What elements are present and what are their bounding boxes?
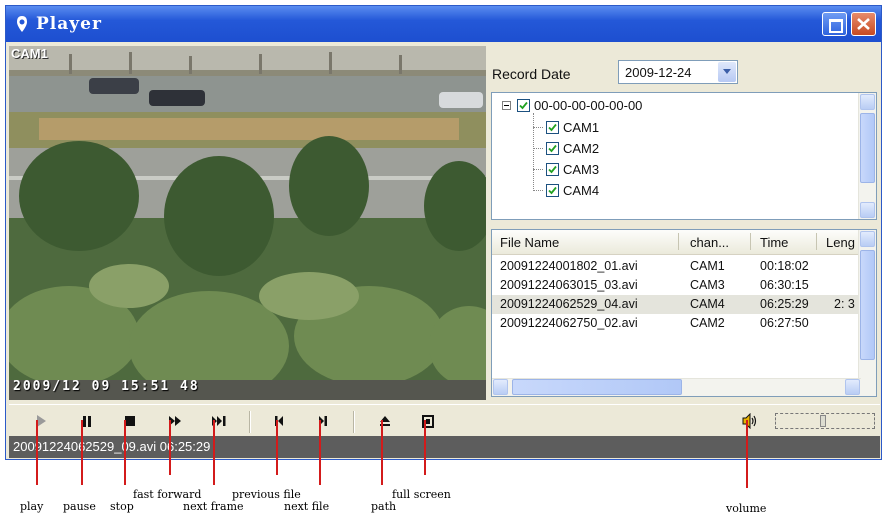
title-bar: Player <box>6 6 881 42</box>
hscroll-thumb[interactable] <box>512 379 682 395</box>
file-channel-cell: CAM4 <box>690 297 725 311</box>
cam4-checkbox[interactable] <box>546 183 559 197</box>
callout-line-play <box>36 420 38 485</box>
scroll-thumb[interactable] <box>860 113 875 183</box>
status-bar: 20091224062529_09.avi 06:25:29 <box>9 436 880 458</box>
record-date-label: Record Date <box>492 66 571 82</box>
video-timestamp: 2009/12 09 15:51 48 <box>13 379 200 394</box>
tree-item-label: CAM1 <box>563 119 600 135</box>
root-checkbox[interactable] <box>517 98 530 112</box>
collapse-toggle-icon[interactable] <box>502 100 511 110</box>
annotation-full-screen: full screen <box>392 488 451 501</box>
volume-button[interactable] <box>741 413 759 429</box>
status-text: 20091224062529_09.avi 06:25:29 <box>13 439 211 454</box>
right-panel: Record Date 2009-12-24 00-00-00-00-00-00… <box>486 46 880 400</box>
file-name-cell: 20091224001802_01.avi <box>500 259 638 273</box>
tree-item-label: CAM3 <box>563 161 600 177</box>
camera-feed-image <box>9 46 486 400</box>
volume-slider[interactable] <box>775 413 875 429</box>
file-row[interactable]: 20091224063015_03.avi CAM3 06:30:15 <box>492 276 861 295</box>
tree-item-cam1[interactable]: CAM1 <box>546 118 599 136</box>
cam1-checkbox[interactable] <box>546 120 559 134</box>
player-window: Player CAM1 2009/12 09 15:51 48 Record D… <box>5 5 882 460</box>
scroll-down-icon[interactable] <box>860 202 875 218</box>
file-list-hscrollbar[interactable] <box>492 378 861 396</box>
file-row[interactable]: 20091224001802_01.avi CAM1 00:18:02 <box>492 257 861 276</box>
callout-line-path <box>381 420 383 485</box>
tree-scrollbar[interactable] <box>858 93 876 219</box>
scroll-up-icon[interactable] <box>860 94 875 110</box>
callout-line-stop <box>124 420 126 485</box>
callout-line-next-file <box>319 420 321 485</box>
annotation-pause: pause <box>63 500 96 513</box>
file-list: File Name chan... Time Leng 200912240018… <box>491 229 877 397</box>
video-display[interactable]: CAM1 2009/12 09 15:51 48 <box>9 46 486 400</box>
camera-label: CAM1 <box>11 46 48 61</box>
file-name-cell: 20091224062750_02.avi <box>500 316 638 330</box>
play-button[interactable] <box>32 413 50 429</box>
column-header-length[interactable]: Leng <box>826 235 855 250</box>
full-screen-button[interactable] <box>419 413 437 429</box>
speaker-icon <box>742 413 757 429</box>
scroll-right-icon[interactable] <box>845 379 860 395</box>
file-time-cell: 06:27:50 <box>760 316 809 330</box>
file-row-selected[interactable]: 20091224062529_04.avi CAM4 06:25:29 2: 3 <box>492 295 861 314</box>
file-name-cell: 20091224062529_04.avi <box>500 297 638 311</box>
file-time-cell: 00:18:02 <box>760 259 809 273</box>
tree-root-item[interactable]: 00-00-00-00-00-00 <box>502 96 642 114</box>
scroll-up-icon[interactable] <box>860 231 875 247</box>
callout-line-previous-file <box>276 420 278 475</box>
annotation-path: path <box>371 500 397 513</box>
previous-file-button[interactable] <box>270 413 288 429</box>
callout-line-pause <box>81 420 83 485</box>
window-title: Player <box>36 14 102 34</box>
file-channel-cell: CAM1 <box>690 259 725 273</box>
scroll-thumb[interactable] <box>860 250 875 360</box>
file-channel-cell: CAM2 <box>690 316 725 330</box>
pause-icon <box>83 415 91 427</box>
maximize-button[interactable] <box>822 12 847 36</box>
tree-item-cam4[interactable]: CAM4 <box>546 181 599 199</box>
callout-line-next-frame <box>213 420 215 485</box>
record-date-value: 2009-12-24 <box>625 65 692 80</box>
file-list-vscrollbar[interactable] <box>858 230 876 396</box>
annotation-next-file: next file <box>284 500 330 513</box>
callout-line-fast-forward <box>169 420 171 475</box>
annotation-next-frame: next frame <box>183 500 244 513</box>
file-name-cell: 20091224063015_03.avi <box>500 278 638 292</box>
column-header-time[interactable]: Time <box>760 235 788 250</box>
file-time-cell: 06:25:29 <box>760 297 809 311</box>
tree-item-cam2[interactable]: CAM2 <box>546 139 599 157</box>
volume-slider-thumb[interactable] <box>820 415 826 427</box>
callout-line-volume <box>746 420 748 488</box>
tree-root-label: 00-00-00-00-00-00 <box>534 97 643 113</box>
file-channel-cell: CAM3 <box>690 278 725 292</box>
chevron-down-icon[interactable] <box>718 62 736 82</box>
device-tree: 00-00-00-00-00-00 CAM1 CAM2 CAM3 CAM4 <box>491 92 877 220</box>
player-app-icon <box>14 15 30 33</box>
file-row[interactable]: 20091224062750_02.avi CAM2 06:27:50 <box>492 314 861 333</box>
close-button[interactable] <box>851 12 876 36</box>
annotation-volume: volume <box>726 502 767 515</box>
tree-item-cam3[interactable]: CAM3 <box>546 160 599 178</box>
file-length-cell: 2: 3 <box>834 297 855 311</box>
record-date-picker[interactable]: 2009-12-24 <box>618 60 738 84</box>
annotation-play: play <box>20 500 44 513</box>
tree-item-label: CAM4 <box>563 182 600 198</box>
tree-connector <box>533 113 534 191</box>
cam2-checkbox[interactable] <box>546 141 559 155</box>
next-file-button[interactable] <box>314 413 332 429</box>
path-button[interactable] <box>376 413 394 429</box>
cam3-checkbox[interactable] <box>546 162 559 176</box>
annotation-stop: stop <box>110 500 134 513</box>
file-list-header: File Name chan... Time Leng <box>492 230 861 255</box>
tree-item-label: CAM2 <box>563 140 600 156</box>
callout-line-full-screen <box>424 420 426 475</box>
column-header-file-name[interactable]: File Name <box>500 235 559 250</box>
playback-toolbar <box>9 404 880 437</box>
file-time-cell: 06:30:15 <box>760 278 809 292</box>
scroll-left-icon[interactable] <box>493 379 508 395</box>
column-header-channel[interactable]: chan... <box>690 235 729 250</box>
